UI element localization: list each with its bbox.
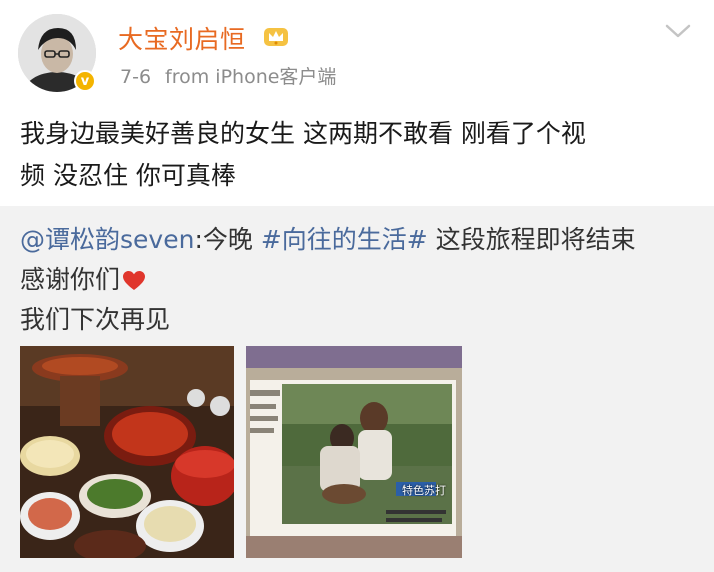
post-text-line: 频 没忍住 你可真棒: [20, 161, 236, 190]
mention-link[interactable]: @谭松韵seven: [20, 225, 194, 254]
chevron-down-icon[interactable]: [664, 22, 692, 40]
repost-text: @谭松韵seven:今晚 #向往的生活# 这段旅程即将结束 感谢你们 我们下次再…: [20, 220, 700, 340]
hashtag-link[interactable]: #向往的生活#: [261, 225, 428, 254]
post-text: 我身边最美好善良的女生 这两期不敢看 刚看了个视 频 没忍住 你可真棒: [20, 113, 692, 197]
weibo-post: v 大宝刘启恒 7-6 from iPhone客户端 我身边最美好善良的女生 这两…: [0, 0, 714, 572]
repost-text-line: 感谢你们: [20, 265, 121, 294]
post-meta: 7-6 from iPhone客户端: [120, 62, 336, 89]
tv-screenshot-photo[interactable]: 特色苏打: [246, 346, 462, 558]
repost-text-line: 我们下次再见: [20, 305, 171, 334]
vip-crown-icon: [264, 28, 288, 46]
repost-text-segment: :今晚: [194, 225, 261, 254]
post-date: 7-6: [120, 66, 152, 88]
post-text-line: 我身边最美好善良的女生 这两期不敢看 刚看了个视: [20, 119, 586, 148]
username[interactable]: 大宝刘启恒: [118, 20, 246, 56]
hotpot-photo[interactable]: [20, 346, 234, 558]
repost-text-segment: 这段旅程即将结束: [427, 225, 636, 254]
verified-icon: v: [74, 70, 96, 92]
heart-icon: [123, 271, 146, 290]
image-caption: 特色苏打: [402, 484, 446, 497]
repost-block[interactable]: @谭松韵seven:今晚 #向往的生活# 这段旅程即将结束 感谢你们 我们下次再…: [0, 206, 714, 572]
post-source: from iPhone客户端: [165, 66, 337, 88]
